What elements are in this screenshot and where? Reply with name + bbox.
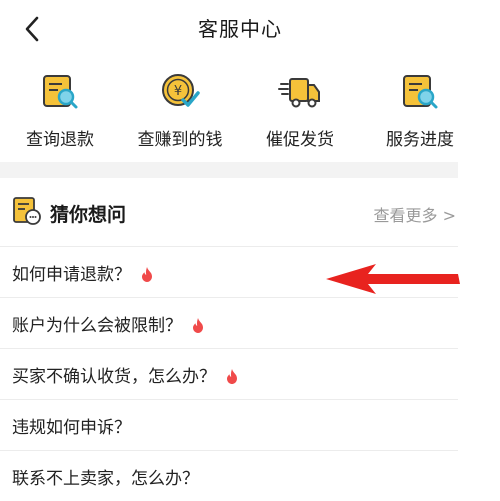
delivery-truck-icon (278, 78, 320, 108)
faq-question-text: 账户为什么会被限制？ (12, 316, 182, 336)
faq-title: 猜你想问 (50, 204, 127, 226)
shortcut-service-progress[interactable]: 服务进度 (360, 64, 480, 159)
shortcut-label: 服务进度 (386, 130, 454, 150)
shortcut-query-refund[interactable]: 查询退款 (0, 64, 120, 159)
faq-item[interactable]: 买家不确认收货，怎么办？ (0, 348, 458, 399)
svg-text:¥: ¥ (174, 84, 182, 99)
shortcut-label: 查赚到的钱 (137, 130, 223, 150)
faq-item[interactable]: 账户为什么会被限制？ (0, 297, 458, 348)
faq-question-text: 如何申请退款？ (12, 265, 131, 285)
faq-item[interactable]: 违规如何申诉？ (0, 399, 458, 450)
document-search-icon (403, 75, 438, 109)
document-search-icon (43, 75, 78, 109)
faq-question: 如何申请退款？ (12, 260, 153, 285)
faq-question-text: 联系不上卖家，怎么办？ (12, 469, 199, 489)
section-divider (0, 162, 458, 178)
fire-hot-icon (142, 267, 152, 282)
view-more-link[interactable]: 查看更多 > (374, 202, 457, 226)
fire-hot-icon (227, 369, 237, 384)
faq-question-text: 买家不确认收货，怎么办？ (12, 367, 216, 387)
chat-note-icon (13, 197, 41, 225)
fire-hot-icon (193, 318, 203, 333)
yuan-coin-check-icon: ¥ (162, 74, 200, 107)
shortcut-earned-money[interactable]: ¥ 查赚到的钱 (120, 64, 240, 159)
faq-question: 账户为什么会被限制？ (12, 311, 204, 336)
faq-question: 买家不确认收货，怎么办？ (12, 362, 238, 387)
header-bar: 客服中心 (0, 0, 500, 58)
shortcut-grid: 查询退款 ¥ 查赚到的钱 催促发货 服务进度 (0, 64, 480, 159)
red-arrow-annotation-icon (326, 264, 460, 294)
faq-item[interactable]: 联系不上卖家，怎么办？ (0, 450, 458, 501)
faq-header: 猜你想问 查看更多 > (0, 180, 460, 242)
shortcut-label: 催促发货 (266, 130, 334, 150)
page-title: 客服中心 (198, 17, 282, 41)
faq-question-text: 违规如何申诉？ (12, 418, 131, 438)
shortcut-label: 查询退款 (26, 130, 94, 150)
shortcut-urge-shipping[interactable]: 催促发货 (240, 64, 360, 159)
